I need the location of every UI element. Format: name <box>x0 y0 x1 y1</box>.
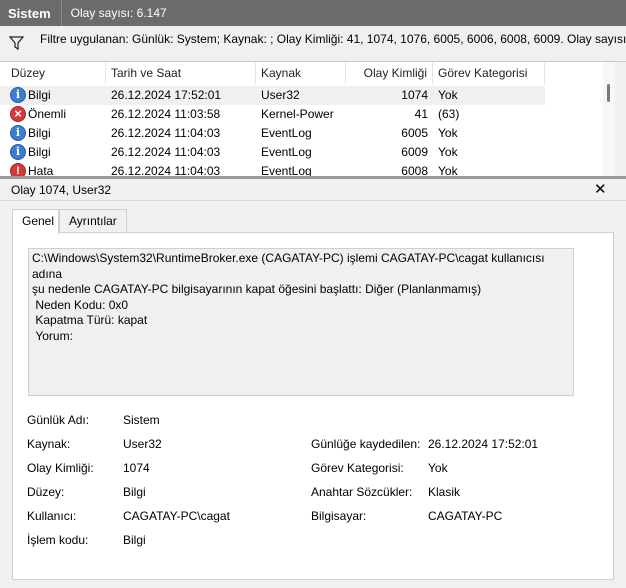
table-row[interactable]: Bilgi 26.12.2024 11:04:03 EventLog 6005 … <box>0 124 545 143</box>
row-category: Yok <box>438 145 458 159</box>
filter-bar: Filtre uygulanan: Günlük: System; Kaynak… <box>0 26 626 62</box>
computer-value: CAGATAY-PC <box>428 509 503 523</box>
task-category-value: Yok <box>428 461 448 475</box>
row-source: User32 <box>261 88 300 102</box>
source-label: Kaynak: <box>27 437 71 451</box>
event-message[interactable]: C:\Windows\System32\RuntimeBroker.exe (C… <box>28 248 574 396</box>
close-icon[interactable]: ✕ <box>594 179 607 201</box>
row-level: Önemli <box>28 107 67 121</box>
filter-description: Filtre uygulanan: Günlük: System; Kaynak… <box>40 32 626 46</box>
event-id-label: Olay Kimliği: <box>27 461 94 475</box>
table-row[interactable]: Bilgi 26.12.2024 17:52:01 User32 1074 Yo… <box>0 86 545 105</box>
event-list-header: Düzey Tarih ve Saat Kaynak Olay Kimliği … <box>0 62 615 84</box>
row-category: Yok <box>438 164 458 176</box>
column-header-datetime[interactable]: Tarih ve Saat <box>106 62 256 84</box>
opcode-label: İşlem kodu: <box>27 533 89 547</box>
source-value: User32 <box>123 437 162 451</box>
row-datetime: 26.12.2024 11:03:58 <box>111 107 221 121</box>
logged-label: Günlüğe kaydedilen: <box>311 437 421 451</box>
event-count: Olay sayısı: 6.147 <box>70 6 167 20</box>
row-source: EventLog <box>261 145 312 159</box>
filter-icon <box>8 36 25 53</box>
task-category-label: Görev Kategorisi: <box>311 461 404 475</box>
event-list[interactable]: Düzey Tarih ve Saat Kaynak Olay Kimliği … <box>0 62 615 176</box>
event-list-scrollbar[interactable] <box>603 62 615 176</box>
row-event-id: 6008 <box>401 164 428 176</box>
log-title: Sistem <box>8 5 51 21</box>
log-name-label: Günlük Adı: <box>27 413 90 427</box>
row-source: EventLog <box>261 164 312 176</box>
level-value: Bilgi <box>123 485 146 499</box>
row-category: (63) <box>438 107 460 121</box>
tab-details[interactable]: Ayrıntılar <box>59 209 127 233</box>
row-level: Bilgi <box>28 88 51 102</box>
detail-title: Olay 1074, User32 <box>11 183 112 197</box>
row-source: EventLog <box>261 126 312 140</box>
tab-general[interactable]: Genel <box>12 209 59 234</box>
row-datetime: 26.12.2024 17:52:01 <box>111 88 222 102</box>
keywords-value: Klasik <box>428 485 461 499</box>
column-header-task-category[interactable]: Görev Kategorisi <box>433 62 545 84</box>
row-category: Yok <box>438 126 458 140</box>
row-level: Bilgi <box>28 145 51 159</box>
title-separator <box>60 0 62 26</box>
row-datetime: 26.12.2024 11:04:03 <box>111 164 221 176</box>
row-category: Yok <box>438 88 458 102</box>
row-event-id: 6005 <box>401 126 428 140</box>
user-label: Kullanıcı: <box>27 509 77 523</box>
row-event-id: 6009 <box>401 145 428 159</box>
keywords-label: Anahtar Sözcükler: <box>311 485 413 499</box>
row-datetime: 26.12.2024 11:04:03 <box>111 145 221 159</box>
detail-header: Olay 1074, User32 ✕ <box>0 179 626 201</box>
table-row[interactable]: Hata 26.12.2024 11:04:03 EventLog 6008 Y… <box>0 162 545 176</box>
opcode-value: Bilgi <box>123 533 146 547</box>
column-header-level[interactable]: Düzey <box>6 62 106 84</box>
row-event-id: 1074 <box>401 88 428 102</box>
logged-value: 26.12.2024 17:52:01 <box>428 437 539 451</box>
column-header-event-id[interactable]: Olay Kimliği <box>346 62 433 84</box>
title-bar: Sistem Olay sayısı: 6.147 <box>0 0 626 26</box>
computer-label: Bilgisayar: <box>311 509 367 523</box>
table-row[interactable]: Bilgi 26.12.2024 11:04:03 EventLog 6009 … <box>0 143 545 162</box>
row-source: Kernel-Power <box>261 107 334 121</box>
scrollbar-thumb[interactable] <box>607 84 610 102</box>
level-label: Düzey: <box>27 485 65 499</box>
row-level: Bilgi <box>28 126 51 140</box>
table-row[interactable]: Önemli 26.12.2024 11:03:58 Kernel-Power … <box>0 105 545 124</box>
log-name-value: Sistem <box>123 413 160 427</box>
column-header-source[interactable]: Kaynak <box>256 62 346 84</box>
user-value: CAGATAY-PC\cagat <box>123 509 230 523</box>
event-id-value: 1074 <box>123 461 150 475</box>
row-level: Hata <box>28 164 54 176</box>
row-datetime: 26.12.2024 11:04:03 <box>111 126 221 140</box>
row-event-id: 41 <box>414 107 428 121</box>
